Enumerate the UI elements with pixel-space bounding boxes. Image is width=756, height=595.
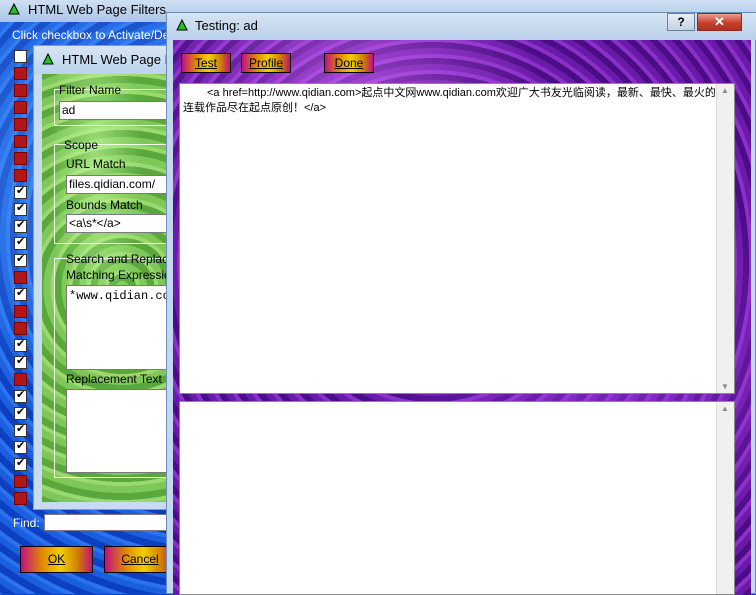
- filter-window-title: HTML Web Page F: [62, 52, 173, 67]
- filter-checkbox-checked[interactable]: [14, 405, 27, 420]
- filter-checkbox-checked[interactable]: [14, 235, 27, 250]
- search-replace-label: Search and Replace: [66, 252, 175, 266]
- activate-hint-text: Click checkbox to Activate/Deac: [12, 28, 183, 42]
- filter-checkbox[interactable]: [14, 50, 27, 63]
- testing-body: Test Profile Done <a href=http://www.qid…: [173, 40, 751, 595]
- result-text-area[interactable]: ▲: [179, 401, 735, 595]
- source-text: <a href=http://www.qidian.com>起点中文网www.q…: [183, 87, 716, 114]
- ok-button-label: OK: [47, 552, 66, 566]
- filter-name-input[interactable]: ad: [59, 101, 179, 120]
- test-button-label: Test: [194, 56, 217, 70]
- profile-button[interactable]: Profile: [241, 53, 291, 73]
- filter-checkbox[interactable]: [14, 169, 27, 182]
- url-match-input[interactable]: files.qidian.com/: [66, 175, 181, 194]
- filter-checkbox-checked[interactable]: [14, 422, 27, 437]
- filter-name-label: Filter Name: [59, 83, 122, 97]
- filter-checkbox-checked[interactable]: [14, 337, 27, 352]
- profile-button-label: Profile: [248, 56, 283, 70]
- filter-checkbox-checked[interactable]: [14, 252, 27, 267]
- matching-expression-label: Matching Expression: [66, 268, 178, 282]
- ok-button[interactable]: OK: [20, 546, 93, 573]
- test-button[interactable]: Test: [181, 53, 231, 73]
- help-button[interactable]: ?: [667, 13, 695, 31]
- filter-checkbox[interactable]: [14, 101, 27, 114]
- green-triangle-icon: [176, 19, 188, 31]
- filter-checkbox[interactable]: [14, 322, 27, 335]
- filter-checkbox-checked[interactable]: [14, 218, 27, 233]
- filter-checkbox-checked[interactable]: [14, 456, 27, 471]
- bounds-match-input[interactable]: <a\s*</a>: [66, 214, 181, 233]
- find-label: Find:: [13, 516, 40, 530]
- close-button[interactable]: ✕: [697, 13, 742, 31]
- filter-checkbox-checked[interactable]: [14, 201, 27, 216]
- filter-checkbox[interactable]: [14, 67, 27, 80]
- filter-checkbox[interactable]: [14, 492, 27, 505]
- scroll-up-arrow-icon[interactable]: ▲: [721, 86, 729, 95]
- filter-edit-window: HTML Web Page F Filter Name ad Scope URL…: [33, 45, 184, 510]
- bounds-match-label: Bounds Match: [66, 198, 143, 212]
- scroll-down-arrow-icon[interactable]: ▼: [721, 382, 729, 391]
- filter-checkbox[interactable]: [14, 152, 27, 165]
- filter-checkbox[interactable]: [14, 84, 27, 97]
- done-button[interactable]: Done: [324, 53, 374, 73]
- source-scrollbar[interactable]: ▲ ▼: [716, 84, 734, 393]
- filter-checkbox[interactable]: [14, 373, 27, 386]
- testing-window-title: Testing: ad: [195, 18, 258, 33]
- filter-checkbox[interactable]: [14, 305, 27, 318]
- filter-checkbox[interactable]: [14, 135, 27, 148]
- filter-checkbox-checked[interactable]: [14, 184, 27, 199]
- filter-title-bar[interactable]: HTML Web Page F: [34, 46, 184, 74]
- testing-title-bar[interactable]: Testing: ad ? ✕: [167, 13, 756, 40]
- filter-checkbox-checked[interactable]: [14, 286, 27, 301]
- cancel-button-label: Cancel: [121, 552, 159, 566]
- url-match-label: URL Match: [66, 157, 126, 171]
- green-triangle-icon: [8, 3, 20, 15]
- green-triangle-icon: [42, 53, 54, 65]
- scroll-up-arrow-icon[interactable]: ▲: [721, 404, 729, 413]
- filter-checkbox[interactable]: [14, 118, 27, 131]
- filter-checkbox[interactable]: [14, 475, 27, 488]
- matching-expression-input[interactable]: *www.qidian.co: [66, 285, 181, 370]
- filter-checkbox[interactable]: [14, 271, 27, 284]
- replacement-text-input[interactable]: [66, 389, 181, 473]
- find-input[interactable]: [44, 514, 174, 531]
- filter-checkbox-checked[interactable]: [14, 439, 27, 454]
- main-window-title: HTML Web Page Filters: [28, 2, 166, 17]
- testing-window: Testing: ad ? ✕ Test Profile Done <a hre…: [166, 12, 756, 595]
- replacement-text-label: Replacement Text: [66, 372, 162, 386]
- filter-checkbox-checked[interactable]: [14, 354, 27, 369]
- filter-checkbox-checked[interactable]: [14, 388, 27, 403]
- filter-form-body: Filter Name ad Scope URL Match files.qid…: [42, 74, 184, 502]
- source-text-area[interactable]: <a href=http://www.qidian.com>起点中文网www.q…: [179, 83, 735, 394]
- result-scrollbar[interactable]: ▲: [716, 402, 734, 594]
- scope-label: Scope: [64, 138, 99, 152]
- done-button-label: Done: [334, 56, 364, 70]
